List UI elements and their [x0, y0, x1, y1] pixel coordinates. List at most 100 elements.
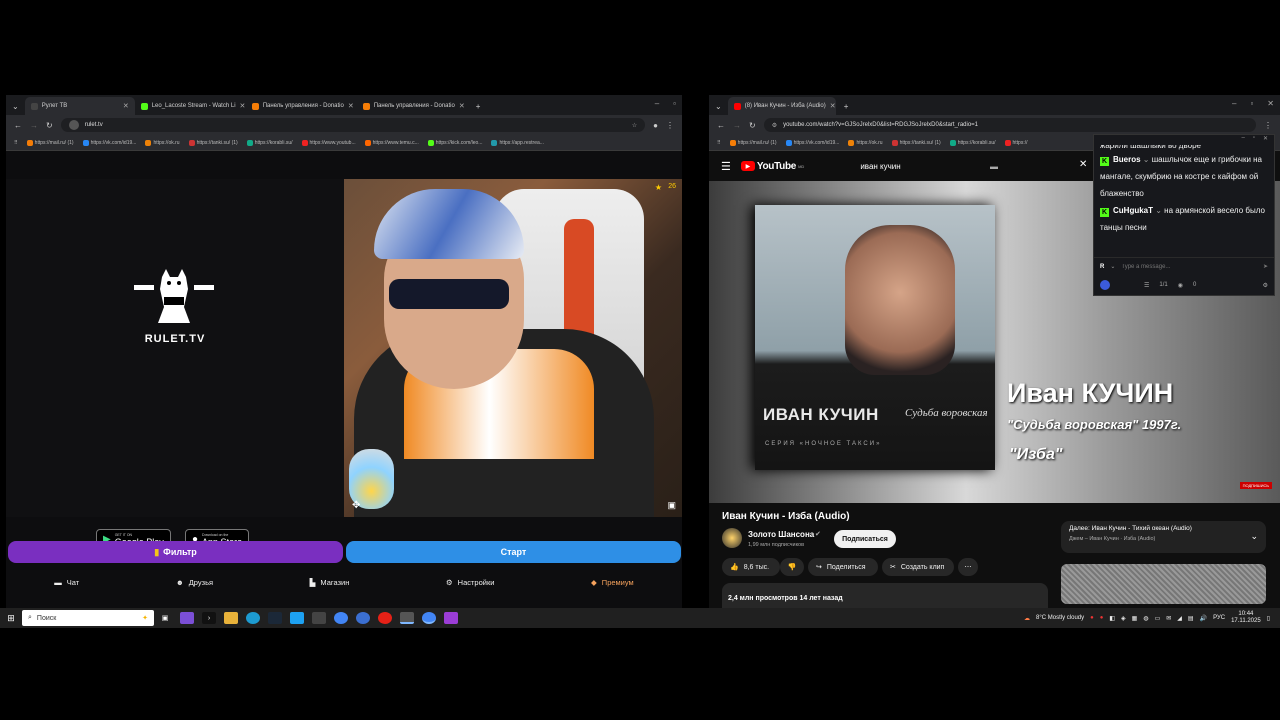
new-tab-icon[interactable]: + — [468, 102, 489, 115]
youtube-logo[interactable]: ▶ YouTube MD — [740, 161, 804, 172]
bookmark-item[interactable]: https://vk.com/id19... — [785, 139, 839, 146]
chat-username[interactable]: CuHgukaT — [1113, 206, 1153, 215]
next-video-thumbnail[interactable] — [1061, 564, 1266, 604]
back-icon[interactable]: ← — [717, 121, 725, 130]
back-icon[interactable]: ← — [14, 121, 22, 130]
bookmark-item[interactable]: https://ok.ru — [848, 139, 883, 146]
bookmark-item[interactable]: https://mail.ru/ (1) — [26, 139, 74, 146]
subscribe-watermark[interactable]: ПОДПИШИСЬ — [1239, 482, 1272, 489]
tab-list-icon[interactable]: ⌄ — [6, 102, 25, 115]
maximize-icon[interactable]: ▫ — [1253, 135, 1255, 145]
start-button[interactable]: Старт — [346, 541, 681, 563]
close-window-icon[interactable]: ✕ — [1267, 99, 1274, 108]
menu-icon[interactable]: ⋮ — [666, 121, 674, 130]
tab-list-icon[interactable]: ⌄ — [709, 102, 728, 115]
tray-icon[interactable]: ◈ — [1121, 615, 1126, 622]
share-button[interactable]: ↪ Поделиться — [808, 558, 878, 576]
next-up-card[interactable]: Далее: Иван Кучин - Тихий океан (Audio) … — [1061, 521, 1266, 553]
nav-premium[interactable]: ◆ Премиум — [591, 578, 634, 587]
taskbar-search[interactable]: ⌕ Поиск ✦ — [22, 610, 154, 626]
maximize-icon[interactable]: ▫ — [1250, 99, 1253, 108]
apps-icon[interactable]: ⠿ — [14, 140, 18, 146]
chat-username[interactable]: Bueros — [1113, 155, 1141, 164]
left-tab-donation-1[interactable]: Панель управления - Donatio ✕ — [246, 97, 357, 115]
file-explorer-icon[interactable] — [224, 612, 238, 624]
bookmark-item[interactable]: https://kick.com/leo... — [427, 139, 482, 146]
tray-icon[interactable]: ◢ — [1177, 615, 1182, 622]
channel-name[interactable]: Золото Шансона — [748, 530, 814, 539]
windows-start-icon[interactable]: ⊞ — [4, 612, 18, 624]
site-info-icon[interactable]: ⚙ — [772, 122, 777, 129]
left-tab-donation-2[interactable]: Панель управления - Donatio ✕ — [357, 97, 468, 115]
tab-close-icon[interactable]: ✕ — [459, 102, 465, 110]
bookmark-item[interactable]: https://mail.ru/ (1) — [729, 139, 777, 146]
tab-close-icon[interactable]: ✕ — [348, 102, 354, 110]
weather-text[interactable]: 8°C Mostly cloudy — [1036, 615, 1084, 621]
like-button[interactable]: 👍 8,6 тыс. — [722, 558, 780, 576]
bookmark-star-icon[interactable]: ☆ — [632, 122, 637, 129]
subscribe-button[interactable]: Подписаться — [834, 530, 896, 548]
tray-icon[interactable]: ◧ — [1109, 615, 1115, 622]
chat-message-input[interactable] — [1121, 263, 1257, 270]
app-icon[interactable] — [312, 612, 326, 624]
search-input[interactable]: иван кучин — [860, 162, 980, 171]
clock[interactable]: 10:44 17.11.2025 — [1231, 611, 1261, 625]
left-address-bar[interactable]: rulet.tv ☆ — [60, 118, 646, 132]
tray-icon[interactable]: ▦ — [1132, 615, 1138, 622]
nav-shop[interactable]: ▙ Магазин — [310, 578, 350, 587]
tray-icon[interactable]: ▤ — [1188, 615, 1194, 622]
dislike-button[interactable]: 👎 — [780, 558, 804, 576]
steam-icon[interactable] — [268, 612, 282, 624]
apps-icon[interactable]: ⠿ — [717, 140, 721, 146]
bookmark-item[interactable]: https://tanki.su/ (1) — [891, 139, 941, 146]
bookmark-item[interactable]: https://tanki.su/ (1) — [188, 139, 238, 146]
clip-button[interactable]: ✂ Создать клип — [882, 558, 954, 576]
bookmark-item[interactable]: https://ok.ru — [145, 139, 180, 146]
keyboard-icon[interactable]: ▬ — [990, 162, 998, 171]
chrome-icon[interactable] — [334, 612, 348, 624]
filter-button[interactable]: ▮ Фильтр — [8, 541, 343, 563]
nav-friends[interactable]: ☻ Друзья — [176, 578, 213, 587]
app-icon[interactable] — [356, 612, 370, 624]
move-icon[interactable]: ✥ — [352, 500, 360, 511]
hamburger-icon[interactable]: ☰ — [721, 160, 731, 173]
reload-icon[interactable]: ↻ — [749, 121, 756, 130]
left-tab-rulet[interactable]: Рулет ТВ ✕ — [24, 97, 135, 115]
menu-icon[interactable]: ⋮ — [1264, 121, 1272, 130]
tab-close-icon[interactable]: ✕ — [240, 102, 246, 110]
tray-icon[interactable]: ▭ — [1155, 615, 1161, 622]
reload-icon[interactable]: ↻ — [46, 121, 53, 130]
chevron-down-icon[interactable]: ⌄ — [1250, 531, 1258, 542]
video-description-box[interactable]: 2,4 млн просмотров 14 лет назад — [722, 583, 1048, 608]
site-info-icon[interactable] — [68, 120, 79, 130]
obs-icon[interactable] — [444, 612, 458, 624]
edge-icon[interactable] — [246, 612, 260, 624]
opera-icon[interactable] — [378, 612, 392, 624]
messenger-icon[interactable] — [290, 612, 304, 624]
search-close-icon[interactable]: ✕ — [1079, 159, 1087, 170]
bookmark-item[interactable]: https://app.restrea... — [491, 139, 544, 146]
minimize-icon[interactable]: – — [655, 99, 659, 108]
terminal-icon[interactable]: › — [202, 612, 216, 624]
minimize-icon[interactable]: – — [1241, 135, 1244, 145]
bookmark-item[interactable]: https://korabli.su/ — [949, 139, 996, 146]
bookmark-item[interactable]: https:// — [1004, 139, 1028, 146]
channel-avatar[interactable] — [722, 528, 742, 548]
language-indicator[interactable]: РУС — [1213, 615, 1225, 621]
minimize-icon[interactable]: – — [1232, 99, 1236, 108]
bookmark-item[interactable]: https://vk.com/id19... — [82, 139, 136, 146]
chevron-down-icon[interactable]: ⌄ — [1110, 263, 1115, 270]
new-tab-icon[interactable]: + — [836, 102, 857, 115]
more-actions-button[interactable]: ⋯ — [958, 558, 978, 576]
chrome-icon[interactable] — [422, 612, 436, 624]
right-address-bar[interactable]: ⚙ youtube.com/watch?v=GJSoJrelxD0&list=R… — [763, 118, 1256, 132]
right-tab-youtube[interactable]: (8) Иван Кучин - Изба (Audio) ✕ — [727, 97, 836, 115]
tray-icon[interactable]: ● — [1090, 615, 1094, 621]
task-view-icon[interactable]: ▣ — [158, 612, 172, 624]
gear-icon[interactable]: ⚙ — [1263, 282, 1268, 289]
notification-icon[interactable]: ▯ — [1267, 615, 1270, 622]
bookmark-item[interactable]: https://www.youtub... — [301, 139, 356, 146]
copilot-icon[interactable] — [180, 612, 194, 624]
restream-icon[interactable]: R — [1100, 264, 1104, 270]
speaker-icon[interactable]: 🔊 — [1200, 615, 1207, 622]
